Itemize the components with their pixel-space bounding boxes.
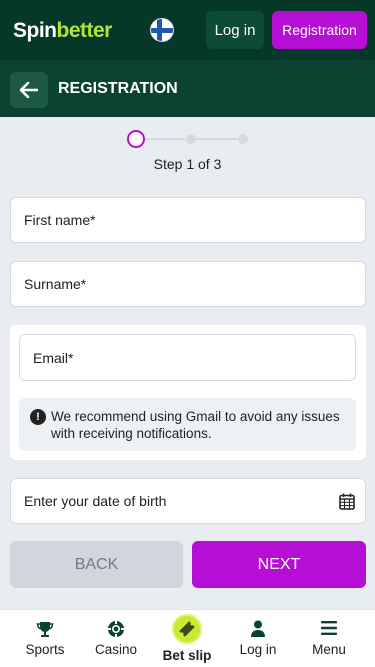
first-name-field[interactable]: First name* <box>10 197 366 243</box>
step-label: Step 1 of 3 <box>153 156 222 172</box>
nav-item-log-in[interactable]: Log in <box>223 610 293 667</box>
email-notice-text: We recommend using Gmail to avoid any is… <box>51 409 340 441</box>
top-bar: Spin better Log in Registration <box>0 0 375 60</box>
login-button[interactable]: Log in <box>206 11 264 49</box>
ticket-icon <box>179 621 195 637</box>
email-label: Email* <box>33 349 74 366</box>
registration-button[interactable]: Registration <box>272 11 367 49</box>
calendar-icon[interactable] <box>339 493 355 510</box>
stepper-line <box>145 138 185 140</box>
casino-chip-icon <box>108 621 124 637</box>
info-icon: ! <box>30 409 46 425</box>
finland-flag-icon[interactable] <box>150 18 174 42</box>
surname-label: Surname* <box>24 276 87 292</box>
surname-field[interactable]: Surname* <box>10 261 366 307</box>
arrow-left-icon <box>20 82 38 98</box>
user-icon <box>251 620 265 637</box>
first-name-label: First name* <box>24 212 96 228</box>
email-notice: ! We recommend using Gmail to avoid any … <box>19 398 356 451</box>
back-step-button[interactable]: BACK <box>10 541 183 588</box>
nav-item-sports[interactable]: Sports <box>10 610 80 667</box>
nav-item-casino[interactable]: Casino <box>81 610 151 667</box>
trophy-icon <box>36 622 54 637</box>
nav-label: Bet slip <box>162 648 212 663</box>
next-step-button[interactable]: NEXT <box>192 541 366 588</box>
logo-better-text: better <box>56 19 113 42</box>
email-field[interactable]: Email* <box>19 334 356 381</box>
logo[interactable]: Spin better <box>13 19 112 43</box>
step-1-indicator <box>127 130 145 148</box>
back-button[interactable] <box>10 72 48 108</box>
bet-slip-button[interactable] <box>172 614 202 644</box>
menu-icon <box>321 621 337 635</box>
nav-label: Sports <box>25 642 65 657</box>
date-of-birth-field[interactable]: Enter your date of birth <box>10 478 366 524</box>
nav-label: Log in <box>239 642 277 657</box>
nav-label: Menu <box>312 642 346 657</box>
nav-label: Casino <box>94 642 138 657</box>
step-3-indicator <box>238 134 248 144</box>
step-2-indicator <box>186 134 196 144</box>
page-title: REGISTRATION <box>58 80 178 97</box>
page-header: REGISTRATION <box>0 60 375 117</box>
logo-spin-text: Spin <box>13 19 57 42</box>
date-of-birth-label: Enter your date of birth <box>24 493 167 509</box>
nav-item-menu[interactable]: Menu <box>294 610 364 667</box>
stepper-line <box>195 138 239 140</box>
stepper <box>127 129 252 149</box>
